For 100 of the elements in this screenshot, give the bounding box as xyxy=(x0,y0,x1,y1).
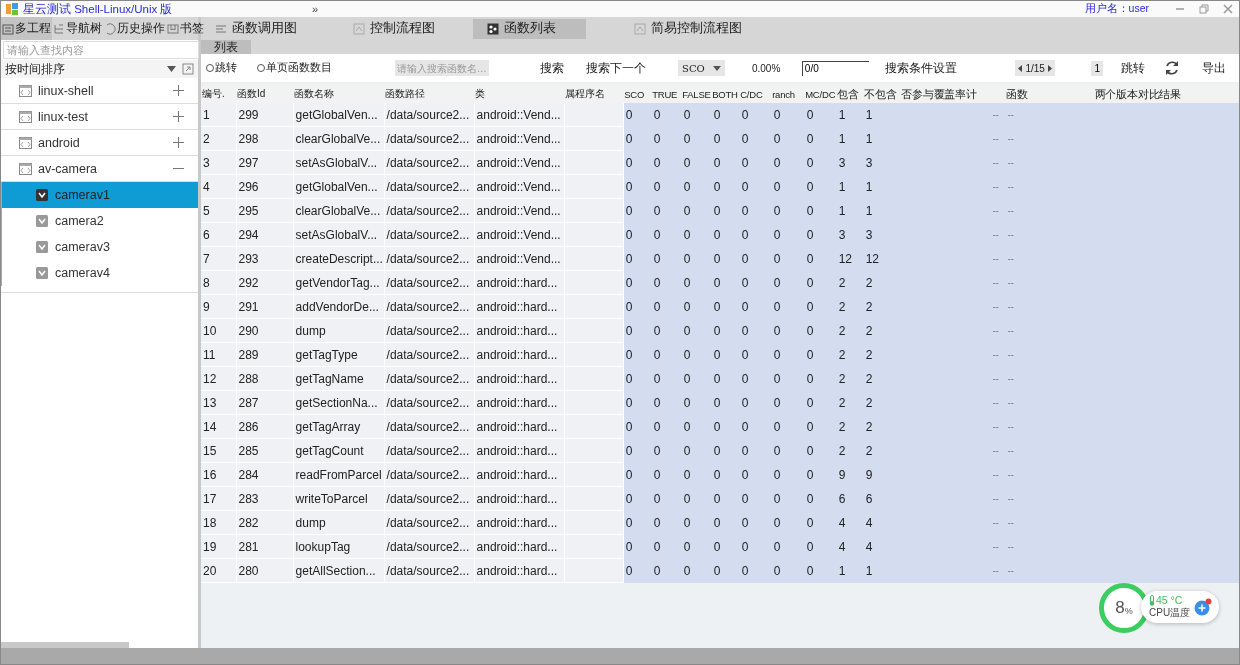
table-cell: -- xyxy=(900,510,1006,535)
tree-item[interactable]: camerav3 xyxy=(1,234,198,260)
table-cell: clearGlobalVe... xyxy=(293,198,385,223)
table-cell: 15 xyxy=(201,438,236,463)
column-header[interactable]: 属程序名 xyxy=(564,85,624,103)
toolbar-button[interactable]: 搜索下一个 xyxy=(586,59,647,77)
coverage-dropdown[interactable]: SCO xyxy=(678,60,725,76)
table-cell: -- xyxy=(900,534,1006,559)
table-cell: getTagArray xyxy=(293,414,385,439)
table-cell: /data/source2... xyxy=(384,246,475,271)
table-cell: 1 xyxy=(863,103,901,127)
table-cell: 1 xyxy=(836,103,864,127)
panel-tab[interactable]: 书签 xyxy=(166,17,205,40)
project-item[interactable]: android xyxy=(1,130,198,156)
page-number-field[interactable]: 1 xyxy=(1091,60,1104,76)
toolbar-button[interactable]: 导出 xyxy=(1202,59,1227,77)
expand-plus-icon xyxy=(173,111,184,122)
panel-tab[interactable]: 多工程 xyxy=(1,17,52,40)
expand-plus-icon xyxy=(173,85,184,96)
flowchart-icon xyxy=(353,22,365,35)
column-header[interactable]: 不包含 xyxy=(863,85,901,103)
column-header[interactable]: 包含 xyxy=(836,85,864,103)
collapse-icon xyxy=(182,63,194,75)
toolbar-button[interactable]: 搜索条件设置 xyxy=(884,59,957,77)
column-header[interactable]: 两个版本对比结果 xyxy=(1035,85,1239,103)
view-tab[interactable]: 函数调用图 xyxy=(207,18,305,39)
scrollbar-thumb[interactable] xyxy=(1,642,129,648)
column-header[interactable]: 类 xyxy=(474,85,565,103)
column-header[interactable]: 函数路径 xyxy=(384,85,475,103)
table-cell: 16 xyxy=(201,462,236,487)
table-cell: android::hard... xyxy=(474,510,565,535)
search-field[interactable]: 请输入搜索函数名… xyxy=(394,60,489,76)
toolbar-button[interactable]: 跳转 xyxy=(1121,59,1146,77)
table-cell: /data/source2... xyxy=(384,558,475,583)
column-header[interactable]: 函数Id xyxy=(236,85,294,103)
column-header[interactable]: 函数名称 xyxy=(293,85,385,103)
flowchart-icon xyxy=(634,22,646,35)
refresh-icon[interactable] xyxy=(1164,60,1181,76)
table-cell: 1 xyxy=(201,103,236,127)
table-cell: 0 xyxy=(771,103,805,127)
page-stepper[interactable]: 1/15 xyxy=(1015,60,1055,76)
table-cell: android::hard... xyxy=(474,462,565,487)
toolbar-button[interactable]: 搜索 xyxy=(540,59,565,77)
project-item[interactable]: linux-test xyxy=(1,104,198,130)
radio-option[interactable]: 单页函数数目 xyxy=(256,61,332,75)
table-cell: android::hard... xyxy=(474,534,565,559)
table-cell: 0 xyxy=(681,103,712,127)
result-field[interactable]: 0/0 xyxy=(801,60,869,76)
column-header[interactable]: TRUE xyxy=(651,85,682,103)
thermometer-icon xyxy=(1149,594,1155,606)
column-header[interactable]: MC/DC xyxy=(804,85,837,103)
table-cell: -- xyxy=(900,174,1006,199)
tree-item[interactable]: camera2 xyxy=(1,208,198,234)
caret-right-icon xyxy=(1047,64,1052,72)
column-header[interactable]: ranch xyxy=(771,85,805,103)
table-cell: 0 xyxy=(804,103,837,127)
caret-down-icon xyxy=(712,65,721,71)
table-cell: 13 xyxy=(201,390,236,415)
table-cell: 10 xyxy=(201,318,236,343)
checkbox-icon xyxy=(36,241,48,253)
table-cell: 4 xyxy=(201,174,236,199)
radio-option[interactable]: 跳转 xyxy=(206,61,237,75)
table-cell: android::Vend... xyxy=(474,150,565,175)
table-cell: 20 xyxy=(201,558,236,583)
table-cell: android::hard... xyxy=(474,558,565,583)
table-cell: android::Vend... xyxy=(474,222,565,247)
panel-tab[interactable]: 历史操作 xyxy=(103,17,166,40)
overflow-chevron[interactable]: » xyxy=(312,3,319,15)
tree-item[interactable]: camerav4 xyxy=(1,260,198,286)
plus-badge-icon[interactable] xyxy=(1194,598,1213,616)
table-cell: setAsGlobalV... xyxy=(293,150,385,175)
tree-item[interactable]: camerav1 xyxy=(1,182,198,208)
table-cell: -- xyxy=(900,294,1006,319)
table-cell: 18 xyxy=(201,510,236,535)
view-tab[interactable]: 控制流程图 xyxy=(345,18,443,39)
search-field[interactable]: 请输入查找内容 xyxy=(3,41,199,59)
view-tab[interactable]: 简易控制流程图 xyxy=(626,18,750,39)
column-header[interactable]: 编号. xyxy=(201,85,236,103)
table-cell: android::hard... xyxy=(474,390,565,415)
expand-plus-icon xyxy=(173,137,184,148)
table-cell: /data/source2... xyxy=(384,318,475,343)
table-cell: -- xyxy=(900,198,1006,223)
project-item[interactable]: linux-shell xyxy=(1,78,198,104)
table-cell: 5 xyxy=(201,198,236,223)
column-header[interactable]: BOTH xyxy=(711,85,740,103)
panel-tab[interactable]: 导航树 xyxy=(52,17,103,40)
column-header[interactable]: C/DC xyxy=(739,85,772,103)
view-tab[interactable]: 函数列表 xyxy=(473,18,586,39)
column-header[interactable]: 否参与覆盖率计 xyxy=(900,85,1006,103)
bookmark-icon xyxy=(167,22,179,35)
table-cell: dump xyxy=(293,510,385,535)
temperature-label: CPU温度 xyxy=(1149,606,1191,620)
table-cell: android::Vend... xyxy=(474,103,565,127)
column-header[interactable]: FALSE xyxy=(681,85,712,103)
table-cell: 8 xyxy=(201,270,236,295)
table-cell: -- xyxy=(900,342,1006,367)
table-cell: /data/source2... xyxy=(384,294,475,319)
column-header[interactable]: 函数 xyxy=(1005,85,1036,103)
column-header[interactable]: SCO xyxy=(623,85,652,103)
list-tab[interactable]: 列表 xyxy=(201,40,251,54)
